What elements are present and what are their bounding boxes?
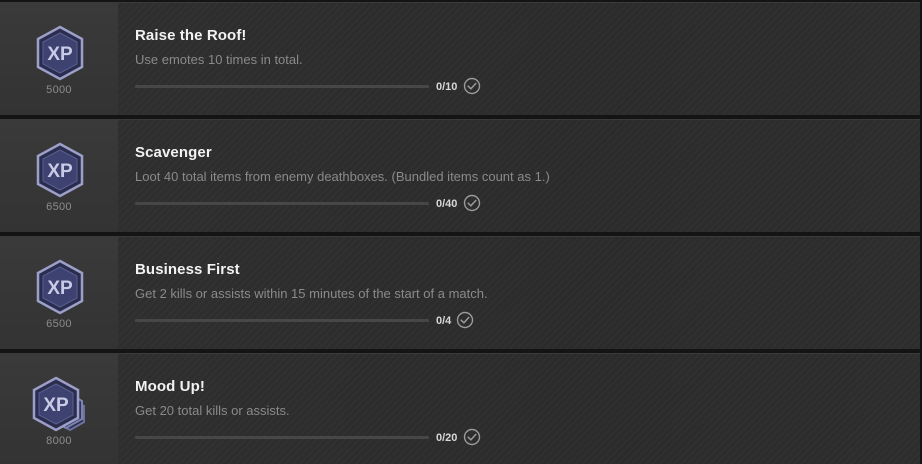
progress-bar <box>135 436 429 439</box>
challenge-description: Use emotes 10 times in total. <box>135 52 303 67</box>
challenge-title: Business First <box>135 261 240 278</box>
reward-panel: XP 8000 <box>0 354 118 464</box>
reward-xp-amount: 6500 <box>46 318 72 330</box>
xp-badge-icon: XP <box>36 142 84 198</box>
challenge-description: Loot 40 total items from enemy deathboxe… <box>135 169 550 184</box>
progress-count: 0/20 <box>436 432 458 444</box>
reward-panel: XP 5000 <box>0 3 118 115</box>
challenge-details: Raise the Roof! Use emotes 10 times in t… <box>118 3 920 115</box>
challenge-details: Mood Up! Get 20 total kills or assists. … <box>118 354 920 464</box>
progress-count: 0/4 <box>436 315 452 327</box>
reward-panel: XP 6500 <box>0 120 118 232</box>
xp-badge-stacked-icon: XP <box>32 376 85 432</box>
checkmark-circle-icon <box>463 77 481 95</box>
challenge-title: Raise the Roof! <box>135 27 247 44</box>
progress-bar <box>135 319 429 322</box>
challenge-row[interactable]: XP 8000 Mood Up! Get 20 total kills or a… <box>0 353 920 464</box>
svg-text:XP: XP <box>43 395 69 416</box>
xp-badge-icon: XP <box>36 259 84 315</box>
progress-bar <box>135 85 429 88</box>
reward-xp-amount: 5000 <box>46 84 72 96</box>
reward-xp-amount: 6500 <box>46 201 72 213</box>
challenge-details: Business First Get 2 kills or assists wi… <box>118 237 920 349</box>
challenge-description: Get 2 kills or assists within 15 minutes… <box>135 286 488 301</box>
reward-panel: XP 6500 <box>0 237 118 349</box>
challenge-list: XP 5000 Raise the Roof! Use emotes 10 ti… <box>0 0 922 464</box>
challenge-row[interactable]: XP 6500 Scavenger Loot 40 total items fr… <box>0 119 920 232</box>
challenge-description: Get 20 total kills or assists. <box>135 403 290 418</box>
challenge-row[interactable]: XP 6500 Business First Get 2 kills or as… <box>0 236 920 349</box>
checkmark-circle-icon <box>456 311 474 329</box>
checkmark-circle-icon <box>463 428 481 446</box>
reward-xp-amount: 8000 <box>46 435 72 447</box>
checkmark-circle-icon <box>463 194 481 212</box>
svg-text:XP: XP <box>47 44 73 65</box>
challenge-title: Mood Up! <box>135 378 205 395</box>
progress-count: 0/10 <box>436 81 458 93</box>
challenge-row[interactable]: XP 5000 Raise the Roof! Use emotes 10 ti… <box>0 2 920 115</box>
svg-text:XP: XP <box>47 161 73 182</box>
svg-text:XP: XP <box>47 278 73 299</box>
challenge-details: Scavenger Loot 40 total items from enemy… <box>118 120 920 232</box>
progress-count: 0/40 <box>436 198 458 210</box>
challenge-title: Scavenger <box>135 144 212 161</box>
xp-badge-icon: XP <box>36 25 84 81</box>
progress-bar <box>135 202 429 205</box>
